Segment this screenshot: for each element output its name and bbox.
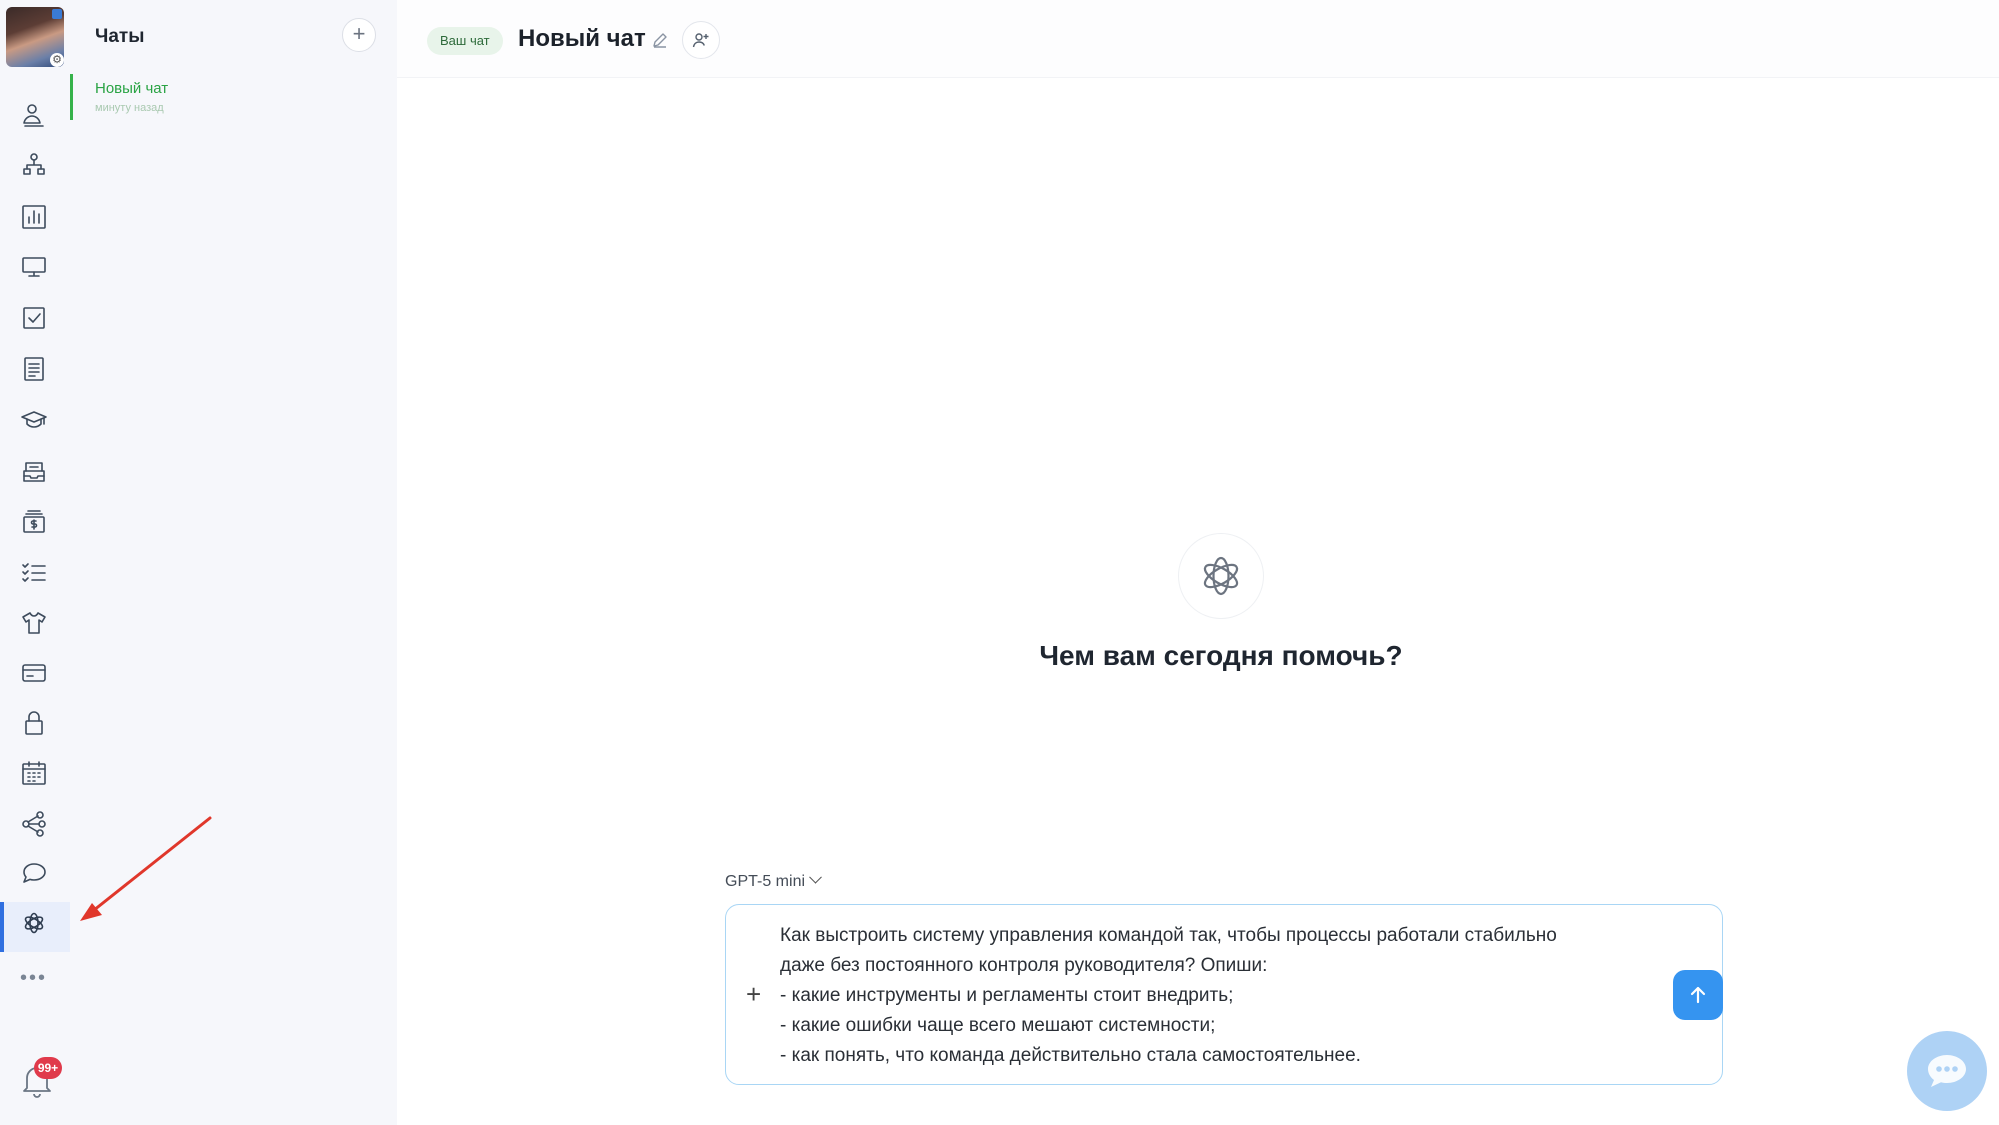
chat-item-name: Новый чат — [95, 80, 169, 97]
avatar[interactable]: ⚙ — [6, 7, 64, 67]
attach-plus-icon[interactable]: + — [746, 981, 761, 1007]
arrow-up-icon — [1690, 986, 1706, 1004]
card-icon[interactable] — [14, 653, 54, 693]
new-chat-button[interactable]: + — [342, 18, 376, 52]
add-participant-button[interactable] — [682, 21, 720, 59]
users-icon[interactable] — [14, 95, 54, 135]
chat-list-item[interactable]: Новый чат минуту назад — [70, 74, 397, 120]
message-input[interactable]: Как выстроить систему управления командо… — [780, 921, 1660, 1071]
chat-list-panel: Чаты + Новый чат минуту назад — [70, 0, 397, 1125]
add-user-icon — [692, 33, 709, 48]
chat-item-time: минуту назад — [95, 102, 164, 114]
analytics-icon[interactable] — [14, 197, 54, 237]
annotation-arrow — [80, 816, 212, 921]
chat-bubble-icon[interactable] — [14, 853, 54, 893]
chevron-down-icon — [809, 870, 822, 884]
notifications-badge: 99+ — [34, 1057, 62, 1079]
assistant-logo — [1178, 533, 1264, 619]
chat-header: Ваш чат Новый чат — [397, 0, 1999, 78]
edit-title-icon[interactable] — [651, 31, 669, 49]
more-menu-icon[interactable]: ••• — [20, 968, 50, 988]
chat-list-title: Чаты — [95, 26, 145, 47]
greeting-heading: Чем вам сегодня помочь? — [1039, 640, 1403, 671]
model-selector[interactable]: GPT-5 mini — [725, 870, 822, 891]
support-chat-icon — [1928, 1055, 1966, 1087]
icon-rail: ⚙ ••• 99+ — [0, 0, 70, 1125]
calendar-icon[interactable] — [14, 753, 54, 793]
education-cap-icon[interactable] — [14, 400, 54, 440]
your-chat-badge: Ваш чат — [427, 27, 503, 55]
shirt-icon[interactable] — [14, 603, 54, 643]
openai-logo-icon — [1203, 556, 1239, 596]
checklist-icon[interactable] — [14, 553, 54, 593]
rail-active-indicator — [0, 902, 4, 952]
model-name: GPT-5 mini — [725, 873, 806, 890]
send-button[interactable] — [1673, 970, 1723, 1020]
network-icon[interactable] — [14, 804, 54, 844]
inbox-tray-icon[interactable] — [14, 451, 54, 491]
org-structure-icon[interactable] — [14, 145, 54, 185]
tasks-check-icon[interactable] — [14, 298, 54, 338]
chat-main: Ваш чат Новый чат Чем вам сегодня помочь… — [397, 0, 1999, 1125]
settings-gear-icon[interactable]: ⚙ — [50, 53, 64, 67]
document-icon[interactable] — [14, 349, 54, 389]
payments-icon[interactable] — [14, 502, 54, 542]
openai-icon[interactable] — [14, 903, 54, 943]
chat-title: Новый чат — [518, 25, 646, 52]
status-dot — [52, 9, 62, 19]
lock-icon[interactable] — [14, 703, 54, 743]
monitor-icon[interactable] — [14, 247, 54, 287]
active-chat-indicator — [70, 74, 73, 120]
message-composer[interactable]: + Как выстроить систему управления коман… — [725, 904, 1723, 1085]
support-chat-button[interactable] — [1907, 1031, 1987, 1111]
